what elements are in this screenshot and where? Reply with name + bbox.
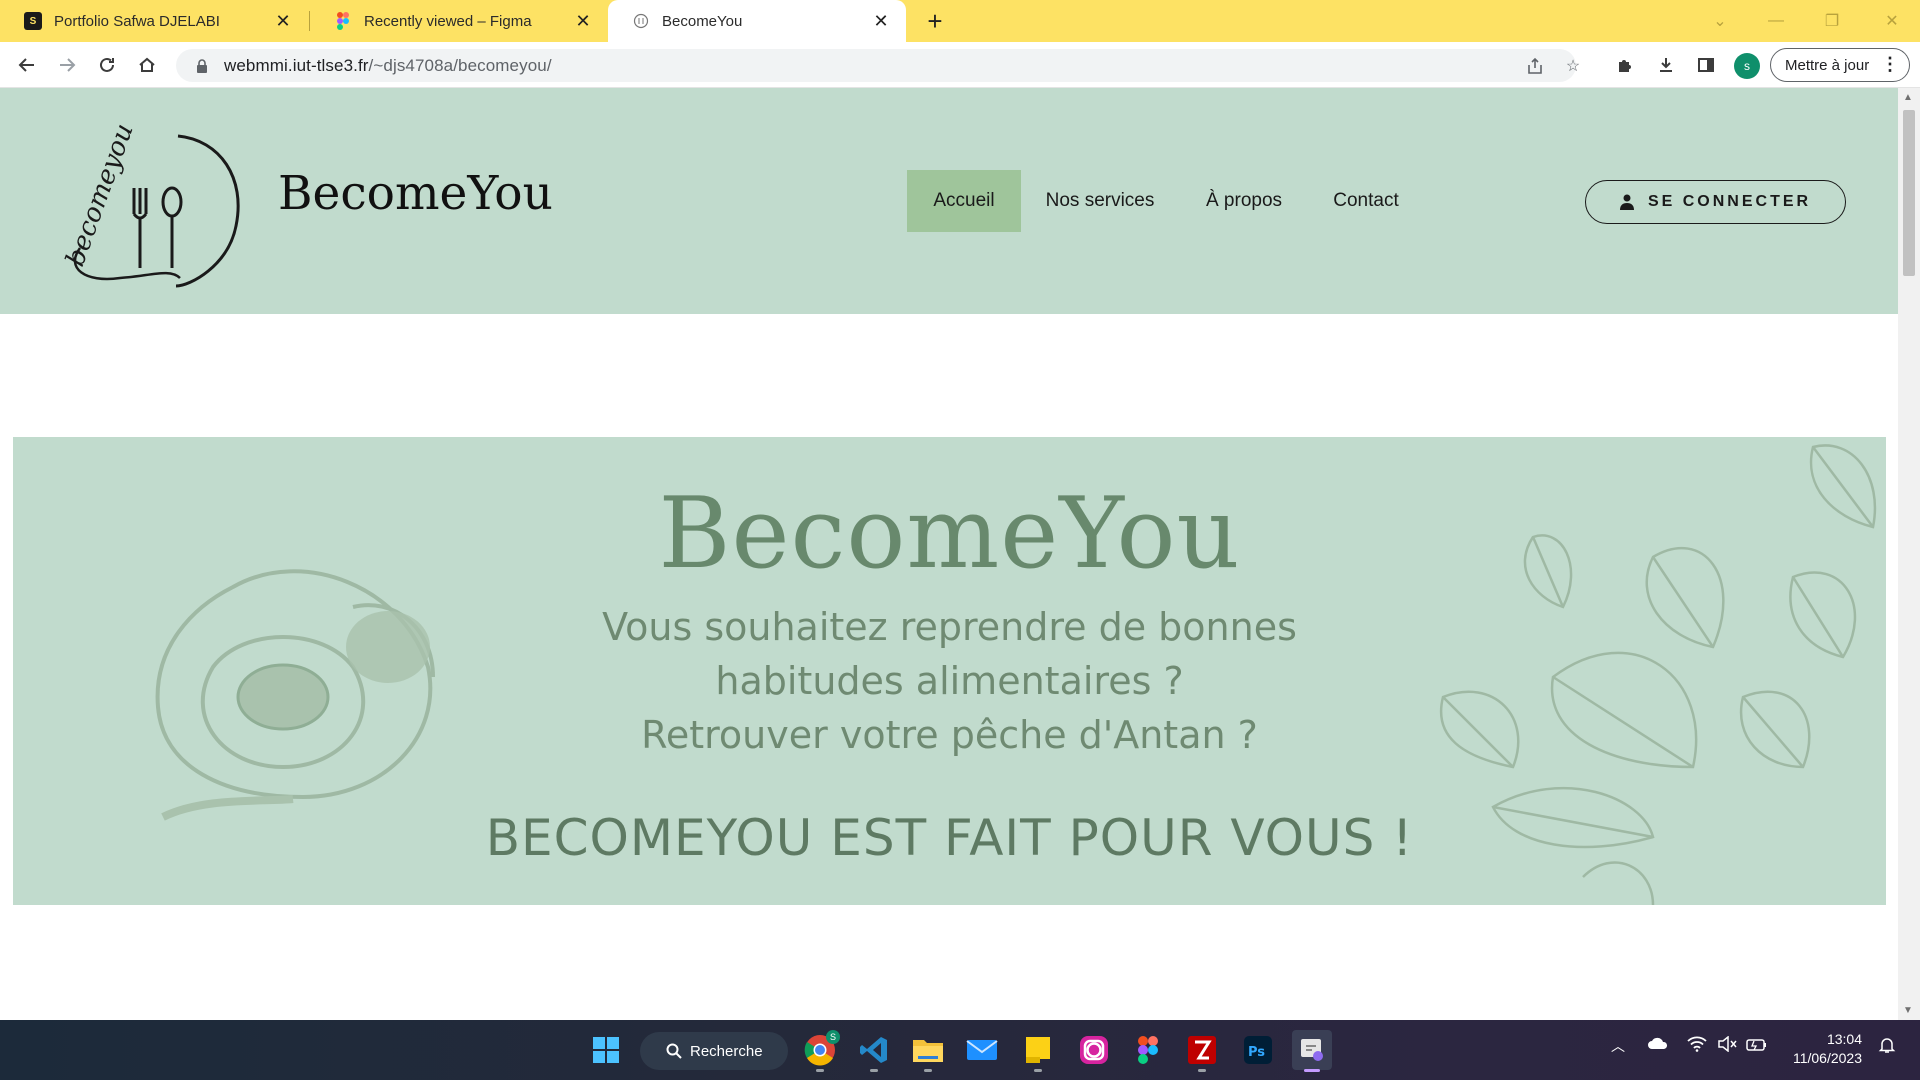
- portfolio-favicon-icon: S: [24, 12, 42, 30]
- download-icon[interactable]: [1651, 50, 1681, 80]
- chrome-profile-badge: S: [826, 1030, 840, 1044]
- battery-icon[interactable]: [1744, 1036, 1770, 1052]
- tab-portfolio[interactable]: S Portfolio Safwa DJELABI ✕: [0, 0, 308, 42]
- running-indicator: [870, 1069, 878, 1072]
- mail-icon[interactable]: [962, 1030, 1002, 1070]
- hero-line-2: habitudes alimentaires ?: [715, 659, 1184, 703]
- tab-figma[interactable]: Recently viewed – Figma ✕: [310, 0, 608, 42]
- start-icon[interactable]: [586, 1030, 626, 1070]
- wifi-icon[interactable]: [1684, 1036, 1710, 1052]
- tab-search-chevron-icon[interactable]: ⌄: [1692, 0, 1748, 42]
- tab-becomeyou[interactable]: BecomeYou ✕: [608, 0, 906, 42]
- update-label: Mettre à jour: [1785, 56, 1870, 74]
- clock-time: 13:04: [1826, 1031, 1862, 1047]
- share-icon[interactable]: [1522, 53, 1548, 79]
- running-indicator: [924, 1069, 932, 1072]
- bookmark-star-icon[interactable]: ☆: [1560, 53, 1586, 79]
- hero-cta: BECOMEYOU EST FAIT POUR VOUS !: [485, 809, 1414, 867]
- update-button[interactable]: Mettre à jour ⋮: [1770, 48, 1910, 82]
- url-path: /~djs4708a/becomeyou/: [368, 55, 552, 75]
- close-icon[interactable]: ✕: [572, 10, 594, 32]
- scroll-down-icon[interactable]: ▼: [1903, 1005, 1913, 1016]
- lock-icon[interactable]: [192, 58, 212, 73]
- connect-button[interactable]: SE CONNECTER: [1585, 180, 1846, 224]
- scroll-up-icon[interactable]: ▲: [1903, 92, 1913, 103]
- menu-dots-icon[interactable]: ⋮: [1881, 55, 1899, 73]
- side-panel-icon[interactable]: [1691, 50, 1721, 80]
- snipping-tool-icon[interactable]: [1292, 1030, 1332, 1072]
- figma-icon[interactable]: [1128, 1030, 1168, 1070]
- user-icon: [1619, 194, 1634, 210]
- web-page: becomeyou BecomeYou Accueil Nos services…: [0, 88, 1898, 1020]
- url-text: webmmi.iut-tlse3.fr/~djs4708a/becomeyou/: [224, 56, 552, 76]
- nav-accueil[interactable]: Accueil: [907, 170, 1021, 232]
- site-brand[interactable]: BecomeYou: [278, 166, 553, 221]
- home-button[interactable]: [132, 50, 162, 80]
- vscode-icon[interactable]: [854, 1030, 894, 1072]
- close-icon[interactable]: ✕: [272, 10, 294, 32]
- tab-title: BecomeYou: [662, 12, 743, 30]
- nav-nos-services[interactable]: Nos services: [1040, 170, 1160, 232]
- reload-button[interactable]: [92, 50, 122, 80]
- forward-button[interactable]: [52, 50, 82, 80]
- file-explorer-icon[interactable]: [908, 1030, 948, 1072]
- figma-favicon-icon: [334, 12, 352, 30]
- running-indicator: [1034, 1069, 1042, 1072]
- address-bar[interactable]: webmmi.iut-tlse3.fr/~djs4708a/becomeyou/…: [176, 49, 1580, 82]
- chrome-icon[interactable]: S: [800, 1030, 840, 1072]
- tab-title: Recently viewed – Figma: [364, 12, 532, 30]
- new-tab-button[interactable]: +: [920, 6, 950, 36]
- search-label: Recherche: [690, 1042, 763, 1060]
- notifications-icon[interactable]: [1874, 1036, 1900, 1054]
- clock-date: 11/06/2023: [1792, 1050, 1862, 1066]
- becomeyou-logo[interactable]: becomeyou: [60, 118, 246, 290]
- site-favicon-icon: [632, 12, 650, 30]
- svg-text:Ps: Ps: [1248, 1045, 1265, 1060]
- sticky-notes-icon[interactable]: [1018, 1030, 1058, 1072]
- instagram-icon[interactable]: [1074, 1030, 1114, 1070]
- url-host: webmmi.iut-tlse3.fr: [224, 55, 369, 75]
- page-scrollbar[interactable]: ▲ ▼: [1898, 88, 1920, 1020]
- windows-taskbar: Recherche S Ps ︿ 13:04 11/06/2023: [0, 1020, 1920, 1080]
- running-indicator: [1304, 1069, 1320, 1072]
- browser-toolbar: webmmi.iut-tlse3.fr/~djs4708a/becomeyou/…: [0, 42, 1920, 88]
- running-indicator: [816, 1069, 824, 1072]
- scrollbar-thumb[interactable]: [1903, 110, 1915, 276]
- site-header: becomeyou BecomeYou Accueil Nos services…: [0, 88, 1898, 314]
- nav-a-propos[interactable]: À propos: [1196, 170, 1292, 232]
- profile-avatar[interactable]: s: [1734, 53, 1760, 79]
- onedrive-cloud-icon[interactable]: [1644, 1036, 1672, 1050]
- nav-contact[interactable]: Contact: [1326, 170, 1406, 232]
- restore-button[interactable]: ❐: [1804, 0, 1860, 42]
- taskbar-search[interactable]: Recherche: [640, 1032, 788, 1070]
- close-window-button[interactable]: ✕: [1864, 0, 1920, 42]
- close-icon[interactable]: ✕: [870, 10, 892, 32]
- browser-tabstrip: S Portfolio Safwa DJELABI ✕ Recently vie…: [0, 0, 1920, 42]
- photoshop-icon[interactable]: Ps: [1238, 1030, 1278, 1070]
- tab-title: Portfolio Safwa DJELABI: [54, 12, 220, 30]
- filezilla-icon[interactable]: [1182, 1030, 1222, 1072]
- minimize-button[interactable]: —: [1748, 0, 1804, 42]
- extensions-puzzle-icon[interactable]: [1610, 50, 1640, 80]
- show-hidden-icons-chevron-icon[interactable]: ︿: [1606, 1036, 1630, 1056]
- search-icon: [666, 1043, 682, 1059]
- connect-label: SE CONNECTER: [1647, 193, 1812, 210]
- hero-title: BecomeYou: [658, 477, 1241, 591]
- taskbar-clock[interactable]: 13:04 11/06/2023: [1782, 1030, 1862, 1068]
- hero-line-3: Retrouver votre pêche d'Antan ?: [641, 713, 1258, 757]
- hero-banner: BecomeYou Vous souhaitez reprendre de bo…: [13, 437, 1886, 905]
- back-button[interactable]: [12, 50, 42, 80]
- hero-line-1: Vous souhaitez reprendre de bonnes: [602, 605, 1297, 649]
- volume-muted-icon[interactable]: [1714, 1036, 1740, 1052]
- running-indicator: [1198, 1069, 1206, 1072]
- svg-text:becomeyou: becomeyou: [60, 120, 139, 271]
